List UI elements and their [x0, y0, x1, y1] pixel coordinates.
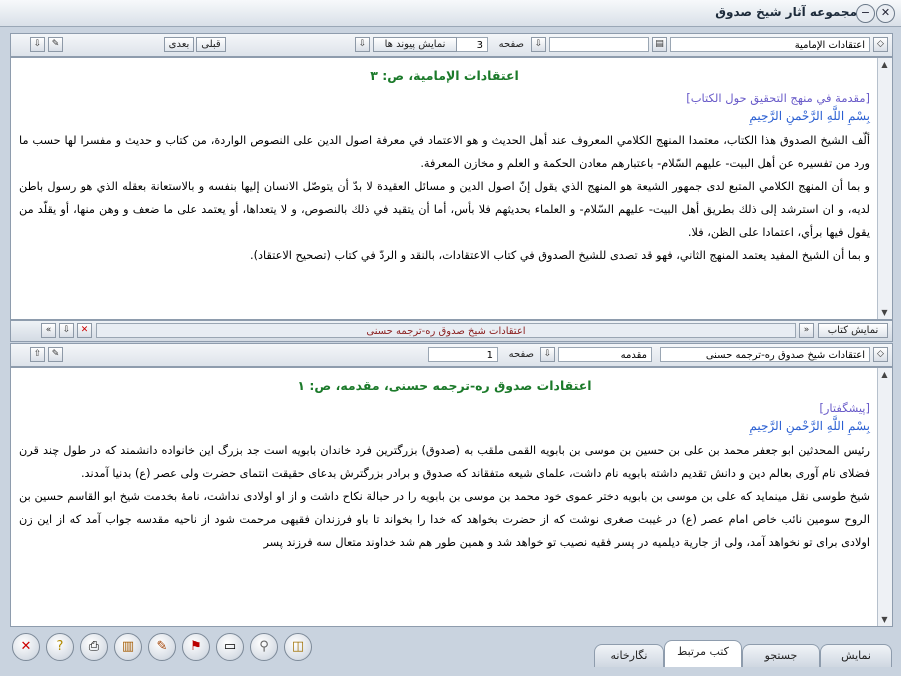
show-links-button[interactable]: نمایش پیوند ها	[373, 37, 457, 52]
down-arrow-icon[interactable]: ⇩	[540, 347, 555, 362]
scroll-up-icon[interactable]: ▲	[879, 59, 890, 70]
books-icon[interactable]: ▥	[114, 633, 142, 661]
edit-icon[interactable]: ✎	[148, 633, 176, 661]
close-icon[interactable]: ✕	[12, 633, 40, 661]
settings-icon[interactable]: ✎	[48, 37, 63, 52]
section-heading: [پیشگفتار]	[819, 401, 870, 415]
help-icon[interactable]: ?	[46, 633, 74, 661]
tab-search[interactable]: جستجو	[742, 644, 820, 667]
back-icon[interactable]: «	[41, 323, 56, 338]
top-text-pane: اعتقادات الإمامية، ص: ٣ [مقدمة في منهج ا…	[10, 57, 893, 320]
middle-bar: نمایش کتاب » اعتقادات شیخ صدوق ره-ترجمه …	[10, 320, 893, 342]
tab-related-books[interactable]: کتب مرتبط	[664, 640, 742, 667]
paragraph: رئيس المحدثين ابو جعفر محمد بن على بن حس…	[19, 444, 870, 480]
down-arrow-icon[interactable]: ⇩	[531, 37, 546, 52]
page-label: صفحه	[508, 349, 534, 360]
book-select[interactable]: اعتقادات الإمامية	[670, 37, 870, 52]
section-heading: [مقدمة في منهج التحقيق حول الكتاب]	[686, 91, 870, 105]
scroll-down-icon[interactable]: ▼	[879, 307, 890, 318]
search-icon[interactable]: ⚲	[250, 633, 278, 661]
show-book-button[interactable]: نمایش کتاب	[818, 323, 888, 338]
prev-button[interactable]: قبلی	[196, 37, 226, 52]
bookmark-icon[interactable]: ⚑	[182, 633, 210, 661]
print-icon[interactable]: ⎙	[80, 633, 108, 661]
bottom-text-pane: اعتقادات صدوق ره-ترجمه حسنی، مقدمه، ص: ١…	[10, 367, 893, 627]
down-arrow-icon[interactable]: ⇩	[355, 37, 370, 52]
bottom-toolbar: ◇ اعتقادات شیخ صدوق ره-ترجمه حسنی مقدمه …	[10, 343, 893, 367]
close-window-button[interactable]: ✕	[876, 4, 895, 23]
next-button[interactable]: بعدی	[164, 37, 194, 52]
paragraph: شيخ طوسى نقل مينمايد كه على بن موسى بن ب…	[19, 490, 870, 549]
basmala: بِسْمِ اللَّهِ الرَّحْمنِ الرَّحِيمِ	[749, 419, 870, 433]
top-toolbar: ◇ اعتقادات الإمامية ▤ ⇩ صفحه 3 نمایش پیو…	[10, 33, 893, 57]
vertical-scrollbar[interactable]: ▲ ▼	[877, 368, 892, 626]
secondary-book-title: اعتقادات شیخ صدوق ره-ترجمه حسنی	[96, 323, 796, 338]
book-select[interactable]: اعتقادات شیخ صدوق ره-ترجمه حسنی	[660, 347, 870, 362]
tab-gallery[interactable]: نگارخانه	[594, 644, 664, 667]
scroll-down-icon[interactable]: ▼	[879, 614, 890, 625]
page-heading: اعتقادات صدوق ره-ترجمه حسنی، مقدمه، ص: ١	[297, 378, 592, 393]
window-title: مجموعه آثار شيخ صدوق	[715, 5, 857, 19]
scroll-up-icon[interactable]: ▲	[879, 369, 890, 380]
section-select[interactable]	[549, 37, 649, 52]
page-input[interactable]: 1	[428, 347, 498, 362]
title-bar: ✕ − مجموعه آثار شيخ صدوق	[0, 0, 901, 27]
note-icon[interactable]: ▭	[216, 633, 244, 661]
dictionary-icon[interactable]: ◫	[284, 633, 312, 661]
vertical-scrollbar[interactable]: ▲ ▼	[877, 58, 892, 319]
paragraph: ألّف الشيخ الصدوق هذا الكتاب، معتمدا الم…	[19, 134, 870, 170]
close-icon[interactable]: ✕	[77, 323, 92, 338]
minimize-window-button[interactable]: −	[856, 4, 875, 23]
down-arrow-icon[interactable]: ⇩	[30, 37, 45, 52]
page-label: صفحه	[498, 39, 524, 50]
bottom-text-content: اعتقادات صدوق ره-ترجمه حسنی، مقدمه، ص: ١…	[13, 370, 876, 624]
tab-display[interactable]: نمایش	[820, 644, 892, 667]
up-arrow-icon[interactable]: ⇧	[30, 347, 45, 362]
paragraph: و بما أن الشيخ المفيد يعتمد المنهج الثان…	[250, 249, 870, 262]
page-heading: اعتقادات الإمامية، ص: ٣	[370, 68, 519, 83]
settings-icon[interactable]: ✎	[48, 347, 63, 362]
forward-icon[interactable]: »	[799, 323, 814, 338]
tag-icon[interactable]: ◇	[873, 347, 888, 362]
down-arrow-icon[interactable]: ⇩	[59, 323, 74, 338]
section-select[interactable]: مقدمه	[558, 347, 652, 362]
paragraph: و بما أن المنهج الكلامي المتبع لدى جمهور…	[19, 180, 870, 239]
books-list-icon[interactable]: ▤	[652, 37, 667, 52]
tag-icon[interactable]: ◇	[873, 37, 888, 52]
top-text-content: اعتقادات الإمامية، ص: ٣ [مقدمة في منهج ا…	[13, 60, 876, 317]
basmala: بِسْمِ اللَّهِ الرَّحْمنِ الرَّحِيمِ	[749, 109, 870, 123]
